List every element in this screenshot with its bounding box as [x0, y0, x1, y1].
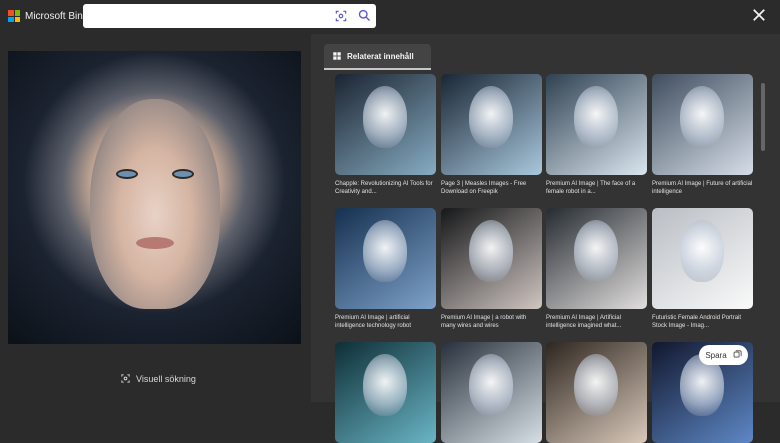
left-eye-shape — [116, 169, 138, 179]
related-card[interactable]: Premium AI Image | Future of artificial … — [652, 74, 753, 196]
related-card[interactable]: Premium AI Image | artificial intelligen… — [335, 208, 436, 330]
related-caption[interactable]: Premium AI Image | Future of artificial … — [652, 180, 753, 196]
robot-face-shape — [90, 99, 220, 309]
search-input[interactable] — [91, 8, 321, 24]
related-image-thumb[interactable] — [652, 74, 753, 175]
related-caption[interactable]: Premium AI Image | artificial intelligen… — [335, 314, 436, 330]
related-card[interactable]: Premium AI Image | The face of a female … — [546, 74, 647, 196]
top-bar: Microsoft Bing — [0, 0, 780, 34]
related-image-thumb[interactable] — [335, 342, 436, 443]
save-label: Spara — [705, 350, 727, 360]
brand-name: Microsoft Bing — [25, 10, 89, 22]
related-image-thumb[interactable] — [546, 208, 647, 309]
save-button[interactable]: Spara — [699, 345, 748, 365]
related-card[interactable] — [546, 342, 647, 443]
tab-related-content[interactable]: Relaterat innehåll — [324, 44, 431, 68]
related-caption[interactable]: Chapple: Revolutionizing AI Tools for Cr… — [335, 180, 436, 196]
related-image-thumb[interactable] — [546, 74, 647, 175]
close-icon[interactable] — [750, 6, 768, 24]
right-eye-shape — [172, 169, 194, 179]
related-scrollbar[interactable] — [761, 83, 765, 151]
related-image-thumb[interactable] — [652, 208, 753, 309]
visual-search-icon[interactable] — [334, 9, 348, 23]
related-image-thumb[interactable] — [441, 208, 542, 309]
search-icon[interactable] — [357, 8, 372, 23]
image-preview-panel: Visuell sökning — [0, 34, 311, 402]
related-card[interactable] — [441, 342, 542, 443]
related-caption[interactable]: Premium AI Image | a robot with many wir… — [441, 314, 542, 330]
related-card[interactable]: Futuristic Female Android Portrait Stock… — [652, 208, 753, 330]
related-caption[interactable]: Page 3 | Measles Images - Free Download … — [441, 180, 542, 196]
tab-label: Relaterat innehåll — [347, 51, 414, 61]
related-caption[interactable]: Premium AI Image | Artificial intelligen… — [546, 314, 647, 330]
related-card[interactable]: Premium AI Image | Artificial intelligen… — [546, 208, 647, 330]
visual-search-label: Visuell sökning — [136, 373, 196, 384]
active-tab-indicator — [324, 68, 431, 70]
related-image-thumb[interactable] — [335, 74, 436, 175]
search-box[interactable] — [83, 4, 376, 28]
microsoft-bing-logo[interactable]: Microsoft Bing — [8, 10, 88, 22]
related-image-thumb[interactable] — [335, 208, 436, 309]
related-card[interactable]: Chapple: Revolutionizing AI Tools for Cr… — [335, 74, 436, 196]
related-card[interactable]: Page 3 | Measles Images - Free Download … — [441, 74, 542, 196]
related-card[interactable]: Premium AI Image | a robot with many wir… — [441, 208, 542, 330]
related-caption[interactable]: Futuristic Female Android Portrait Stock… — [652, 314, 753, 330]
related-caption[interactable]: Premium AI Image | The face of a female … — [546, 180, 647, 196]
main-ai-image[interactable] — [8, 51, 301, 344]
visual-search-icon — [121, 374, 130, 383]
lips-shape — [136, 237, 174, 249]
related-image-thumb[interactable] — [546, 342, 647, 443]
visual-search-button[interactable]: Visuell sökning — [120, 373, 196, 384]
related-card[interactable] — [335, 342, 436, 443]
save-icon — [733, 350, 742, 358]
related-image-thumb[interactable] — [441, 74, 542, 175]
related-image-thumb[interactable] — [441, 342, 542, 443]
microsoft-logo-icon — [8, 10, 20, 22]
grid-icon — [333, 52, 341, 60]
